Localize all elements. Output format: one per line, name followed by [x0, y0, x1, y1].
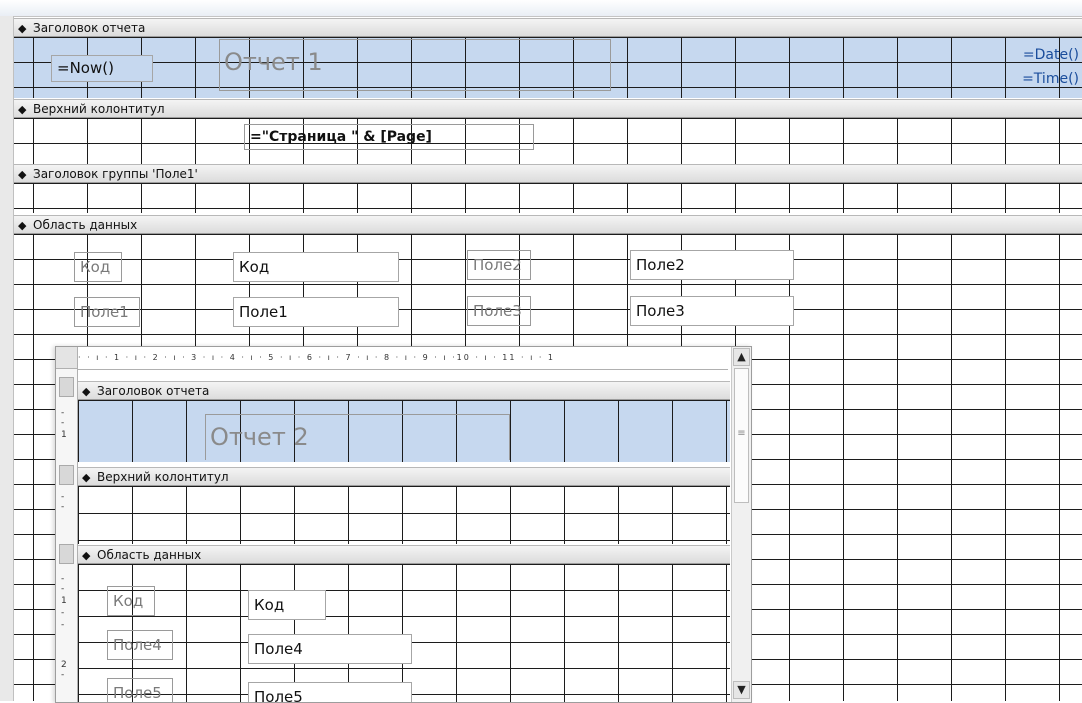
section-collapse-icon: ◆: [18, 22, 27, 35]
section-title: Заголовок отчета: [33, 21, 146, 35]
pole1-label[interactable]: Поле1: [74, 297, 140, 327]
pole5-textbox[interactable]: Поле5: [248, 682, 412, 702]
report-title-label[interactable]: Отчет 2: [205, 414, 510, 460]
section-selector-detail[interactable]: [59, 544, 74, 564]
section-bar-group-header[interactable]: ◆ Заголовок группы 'Поле1': [14, 164, 1082, 183]
page-header-area[interactable]: [78, 486, 730, 544]
section-bar-report-header[interactable]: ◆ Заголовок отчета: [14, 18, 1082, 37]
section-collapse-icon: ◆: [82, 385, 91, 398]
group-header-area[interactable]: [14, 183, 1082, 213]
designer-top-edge: [0, 0, 1082, 17]
section-collapse-icon: ◆: [82, 471, 91, 484]
section-title: Верхний колонтитул: [97, 470, 229, 484]
section-bar-detail[interactable]: ◆ Область данных: [78, 545, 730, 564]
section-selector-bar[interactable]: [0, 16, 14, 701]
horizontal-ruler[interactable]: · · ı · 1 · ı · 2 · ı · 3 · ı · 4 · ı · …: [78, 347, 728, 370]
section-title: Заголовок отчета: [97, 384, 210, 398]
scroll-up-icon[interactable]: ▲: [733, 348, 750, 366]
section-collapse-icon: ◆: [18, 219, 27, 232]
scroll-thumb[interactable]: ≡: [734, 368, 749, 503]
pole4-textbox[interactable]: Поле4: [248, 634, 412, 664]
scroll-down-icon[interactable]: ▼: [733, 681, 750, 699]
pole3-label[interactable]: Поле3: [467, 296, 531, 326]
section-bar-detail[interactable]: ◆ Область данных: [14, 215, 1082, 234]
kod-textbox[interactable]: Код: [248, 590, 326, 620]
date-textbox[interactable]: =Date(): [1004, 44, 1082, 66]
section-collapse-icon: ◆: [18, 168, 27, 181]
report2-design-window[interactable]: · · ı · 1 · ı · 2 · ı · 3 · ı · 4 · ı · …: [55, 346, 752, 703]
section-title: Верхний колонтитул: [33, 102, 165, 116]
kod-label[interactable]: Код: [107, 586, 155, 616]
vertical-ruler-tick: 2: [61, 660, 67, 670]
section-bar-page-header[interactable]: ◆ Верхний колонтитул: [78, 467, 730, 486]
section-bar-page-header[interactable]: ◆ Верхний колонтитул: [14, 99, 1082, 118]
section-bar-report-header[interactable]: ◆ Заголовок отчета: [78, 381, 730, 400]
section-selector-page-header[interactable]: [59, 465, 74, 485]
report-title-label[interactable]: Отчет 1: [219, 39, 611, 91]
page-header-area[interactable]: ="Страница " & [Page]: [14, 118, 1082, 164]
pole4-label[interactable]: Поле4: [107, 630, 173, 660]
pole2-textbox[interactable]: Поле2: [630, 250, 794, 280]
kod-textbox[interactable]: Код: [233, 252, 399, 282]
detail-area[interactable]: Код Код Поле4 Поле4 Поле5 Поле5: [78, 564, 730, 702]
report-header-area[interactable]: Отчет 2: [78, 400, 730, 462]
pole2-label[interactable]: Поле2: [467, 250, 531, 280]
vertical-ruler-tick: 1: [61, 430, 67, 440]
vertical-ruler[interactable]: - - 1 - - - - 1 - - 2 -: [56, 369, 78, 702]
time-textbox[interactable]: =Time(): [1004, 68, 1082, 90]
report-header-area[interactable]: =Now() Отчет 1 =Date() =Time(): [14, 37, 1082, 98]
pole1-textbox[interactable]: Поле1: [233, 297, 399, 327]
pole3-textbox[interactable]: Поле3: [630, 296, 794, 326]
vertical-scrollbar[interactable]: ▲ ≡ ▼: [731, 347, 751, 702]
now-textbox[interactable]: =Now(): [51, 55, 153, 82]
section-title: Область данных: [33, 218, 138, 232]
section-collapse-icon: ◆: [18, 103, 27, 116]
section-title: Заголовок группы 'Поле1': [33, 167, 198, 181]
section-collapse-icon: ◆: [82, 549, 91, 562]
section-selector-report-header[interactable]: [59, 377, 74, 397]
page-number-textbox[interactable]: ="Страница " & [Page]: [244, 124, 534, 150]
vertical-ruler-tick: 1: [61, 596, 67, 606]
kod-label[interactable]: Код: [74, 252, 122, 282]
pole5-label[interactable]: Поле5: [107, 678, 173, 702]
section-title: Область данных: [97, 548, 202, 562]
report-selector[interactable]: [56, 347, 78, 369]
